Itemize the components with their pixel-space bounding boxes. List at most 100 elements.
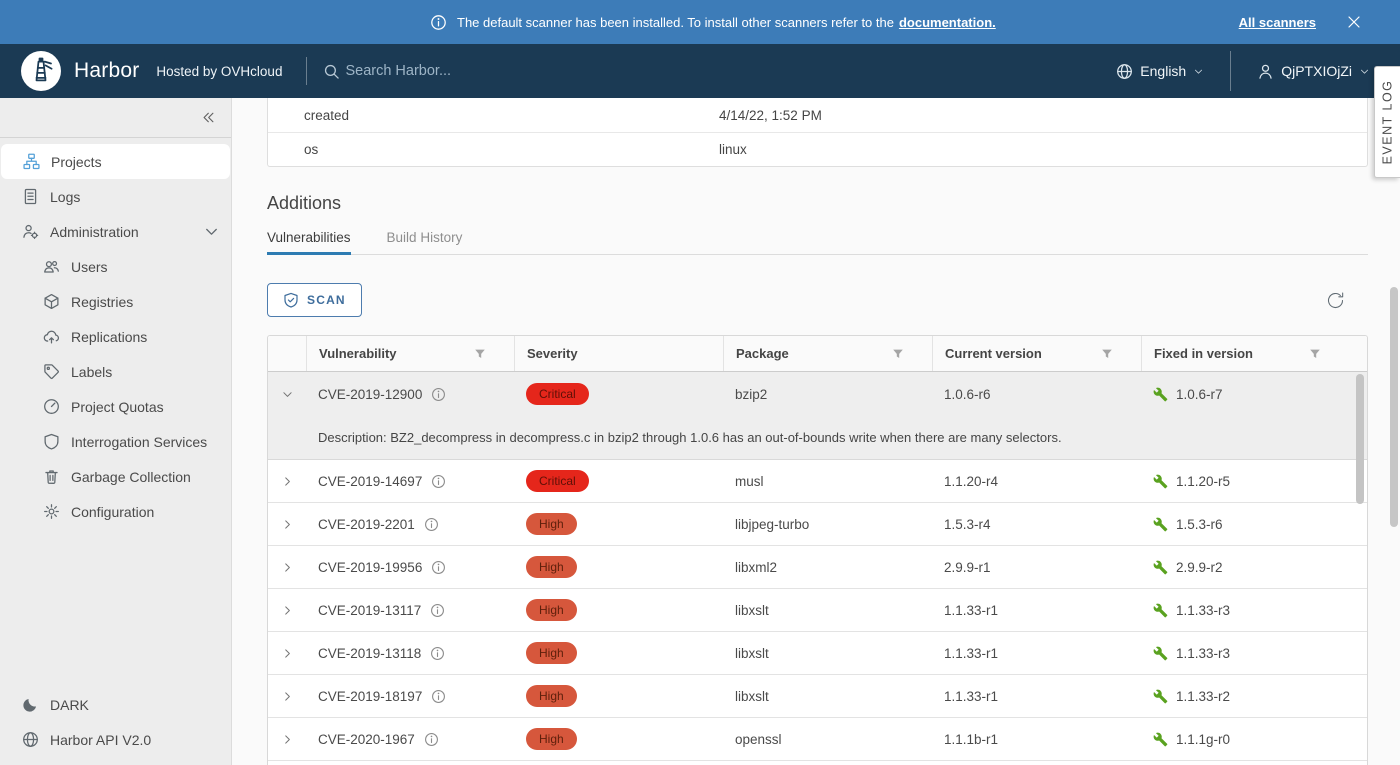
expand-row-chevron-icon[interactable] (281, 388, 294, 401)
language-menu[interactable]: English (1116, 63, 1204, 80)
wrench-icon (1153, 517, 1168, 532)
artifact-info-label: os (304, 142, 719, 157)
all-scanners-link[interactable]: All scanners (1239, 15, 1316, 30)
cve-id[interactable]: CVE-2019-2201 (318, 517, 415, 532)
wrench-icon (1153, 689, 1168, 704)
expand-row-chevron-icon[interactable] (281, 475, 294, 488)
info-icon[interactable] (431, 689, 446, 704)
column-header-fixed-in-version: Fixed in version (1154, 346, 1253, 361)
package-name: bzip2 (723, 387, 932, 402)
globe-icon (1116, 63, 1133, 80)
sidebar-item[interactable]: Administration (0, 214, 231, 249)
info-icon[interactable] (431, 474, 446, 489)
projects-icon (23, 153, 40, 170)
current-version: 1.1.33-r1 (932, 689, 1141, 704)
current-version: 1.1.20-r4 (932, 474, 1141, 489)
event-log-label: EVENT LOG (1381, 80, 1395, 165)
labels-icon (43, 363, 60, 380)
close-icon[interactable] (1346, 14, 1362, 30)
wrench-icon (1153, 646, 1168, 661)
info-icon[interactable] (424, 732, 439, 747)
documentation-link[interactable]: documentation. (899, 15, 996, 30)
info-icon[interactable] (431, 387, 446, 402)
current-version: 1.1.33-r1 (932, 646, 1141, 661)
brand-title: Harbor (74, 59, 139, 83)
sidebar-item-label: Logs (50, 189, 80, 205)
filter-icon[interactable] (1101, 348, 1113, 360)
user-menu[interactable]: QjPTXIOjZi (1257, 63, 1370, 80)
collapse-sidebar-icon[interactable] (201, 110, 216, 125)
expand-row-chevron-icon[interactable] (281, 733, 294, 746)
package-name: musl (723, 474, 932, 489)
cve-id[interactable]: CVE-2019-19956 (318, 560, 422, 575)
cve-id[interactable]: CVE-2020-1967 (318, 732, 415, 747)
cve-id[interactable]: CVE-2019-13118 (318, 646, 421, 661)
sidebar-item[interactable]: Projects (1, 144, 230, 179)
column-header-package: Package (736, 346, 789, 361)
project-quotas-icon (43, 398, 60, 415)
logs-icon (22, 188, 39, 205)
search-icon (323, 63, 340, 80)
sidebar-item[interactable]: Harbor API V2.0 (0, 722, 231, 757)
expand-row-chevron-icon[interactable] (281, 518, 294, 531)
administration-icon (22, 223, 39, 240)
package-name: libxslt (723, 603, 932, 618)
tab[interactable]: Vulnerabilities (267, 230, 351, 255)
sidebar-item[interactable]: Users (0, 249, 231, 284)
sidebar-item[interactable]: Replications (0, 319, 231, 354)
expand-row-chevron-icon[interactable] (281, 690, 294, 703)
fixed-version: 1.1.33-r3 (1176, 646, 1230, 661)
sidebar-item[interactable]: Logs (0, 179, 231, 214)
current-version: 1.5.3-r4 (932, 517, 1141, 532)
user-icon (1257, 63, 1274, 80)
expand-row-chevron-icon[interactable] (281, 604, 294, 617)
filter-icon[interactable] (892, 348, 904, 360)
table-row (268, 761, 1367, 765)
cve-id[interactable]: CVE-2019-12900 (318, 387, 422, 402)
sidebar-item-label: Administration (50, 224, 139, 240)
table-row: CVE-2020-1967 High openssl 1.1.1b-r1 1.1… (268, 718, 1367, 761)
expand-row-chevron-icon[interactable] (281, 561, 294, 574)
filter-icon[interactable] (474, 348, 486, 360)
sidebar-item[interactable]: Interrogation Services (0, 424, 231, 459)
info-icon[interactable] (430, 603, 445, 618)
sidebar-item[interactable]: Configuration (0, 494, 231, 529)
sidebar-item[interactable]: Project Quotas (0, 389, 231, 424)
severity-badge: High (526, 685, 577, 707)
sidebar-item[interactable]: Registries (0, 284, 231, 319)
table-scrollbar[interactable] (1356, 374, 1364, 504)
users-icon (43, 258, 60, 275)
sidebar-item-label: Projects (51, 154, 102, 170)
tab-label: Build History (387, 230, 463, 245)
filter-icon[interactable] (1309, 348, 1321, 360)
current-version: 2.9.9-r1 (932, 560, 1141, 575)
refresh-icon[interactable] (1325, 290, 1346, 311)
package-name: openssl (723, 732, 932, 747)
harbor-logo[interactable] (21, 51, 61, 91)
cve-id[interactable]: CVE-2019-14697 (318, 474, 422, 489)
page-scrollbar[interactable] (1390, 287, 1398, 527)
info-icon[interactable] (431, 560, 446, 575)
sidebar-item-label: Users (71, 259, 108, 275)
table-row: CVE-2019-18197 High libxslt 1.1.33-r1 1.… (268, 675, 1367, 718)
fixed-version: 2.9.9-r2 (1176, 560, 1223, 575)
sidebar-item-label: Labels (71, 364, 112, 380)
expand-row-chevron-icon[interactable] (281, 647, 294, 660)
info-icon[interactable] (424, 517, 439, 532)
event-log-tab[interactable]: EVENT LOG (1374, 66, 1400, 178)
severity-badge: High (526, 728, 577, 750)
cve-id[interactable]: CVE-2019-13117 (318, 603, 421, 618)
replications-icon (43, 328, 60, 345)
wrench-icon (1153, 560, 1168, 575)
sidebar-item-label: Configuration (71, 504, 154, 520)
search-input[interactable] (345, 63, 645, 79)
fixed-version: 1.1.20-r5 (1176, 474, 1230, 489)
vulnerability-description: Description: BZ2_decompress in decompres… (268, 416, 1367, 460)
cve-id[interactable]: CVE-2019-18197 (318, 689, 422, 704)
sidebar-item[interactable]: Labels (0, 354, 231, 389)
sidebar-item[interactable]: DARK (0, 687, 231, 722)
scan-button[interactable]: SCAN (267, 283, 362, 317)
tab[interactable]: Build History (387, 230, 463, 255)
info-icon[interactable] (430, 646, 445, 661)
sidebar-item[interactable]: Garbage Collection (0, 459, 231, 494)
